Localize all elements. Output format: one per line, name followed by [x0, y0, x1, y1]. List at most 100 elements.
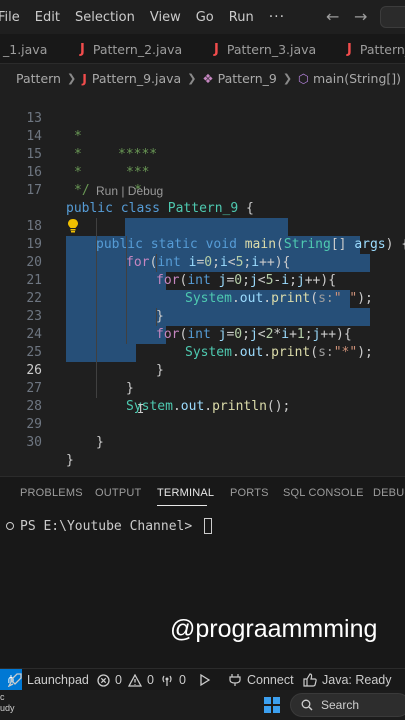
code-line: 26 }: [0, 344, 405, 396]
active-tab-indicator: [157, 505, 207, 506]
line-number: 17: [26, 183, 42, 198]
menu-run[interactable]: Run: [229, 10, 254, 25]
comment-text: */: [74, 183, 90, 198]
tab-ports[interactable]: PORTS: [230, 487, 269, 499]
java-file-icon: J: [82, 70, 87, 86]
ports-status[interactable]: 0: [160, 669, 186, 691]
tab-label: Pattern_2.java: [92, 41, 183, 57]
debug-run-icon: [200, 673, 211, 687]
terminal-status-dot-icon: [6, 522, 14, 530]
watermark-handle: @prograammming: [170, 615, 378, 643]
code-line: 14 * ***: [0, 110, 405, 180]
tab-label: Pattern_: [359, 41, 405, 57]
search-icon: [301, 699, 313, 711]
command-center-search[interactable]: [380, 6, 405, 28]
menu-bar: File Edit Selection View Go Run ··· ← →: [0, 0, 405, 34]
weather-widget[interactable]: c udy: [0, 692, 15, 714]
breadcrumb-class[interactable]: Pattern_9: [218, 71, 277, 86]
text-cursor-icon: I: [137, 402, 145, 416]
windows-taskbar: c udy Search: [0, 690, 405, 720]
debug-status[interactable]: [198, 669, 217, 691]
rocket-icon: [8, 673, 22, 687]
code-text: }: [66, 453, 74, 468]
breadcrumb-method[interactable]: main(String[]): [313, 71, 401, 86]
ports-count: 0: [179, 673, 186, 687]
tab-label: _1.java: [3, 41, 48, 57]
run-debug-codelens[interactable]: Run | Debug: [96, 184, 163, 198]
menu-more-button[interactable]: ···: [269, 9, 285, 25]
editor-tab-bar: _1.java J Pattern_2.java J Pattern_3.jav…: [0, 34, 405, 64]
status-bar: ⋔ Launchpad 0 0 0 Connect Java: Ready: [0, 668, 405, 691]
weather-line: c: [0, 692, 5, 702]
menu-view[interactable]: View: [150, 10, 181, 25]
breadcrumb-file[interactable]: Pattern_9.java: [92, 71, 181, 86]
menu-file[interactable]: File: [0, 10, 20, 25]
bottom-panel: PROBLEMS OUTPUT TERMINAL PORTS SQL CONSO…: [0, 476, 405, 668]
code-text: }: [96, 435, 104, 450]
search-placeholder: Search: [321, 698, 360, 712]
radio-tower-icon: [162, 675, 172, 686]
java-file-icon: J: [80, 41, 85, 57]
tab-pattern-1[interactable]: _1.java: [3, 34, 47, 64]
tab-label: Pattern_3.java: [226, 41, 317, 57]
connect-status[interactable]: Connect: [228, 669, 294, 691]
code-line: 16 */: [0, 146, 405, 198]
code-line: 21 System.out.print(s:" ");: [0, 254, 405, 306]
taskbar-search[interactable]: Search: [290, 693, 405, 717]
back-arrow-icon[interactable]: ←: [326, 7, 339, 26]
code-line: 30 }: [0, 416, 405, 468]
code-line: 25 }: [0, 326, 405, 378]
code-line: 28: [0, 380, 405, 414]
tab-debug-console[interactable]: DEBUG: [373, 487, 405, 499]
class-symbol-icon: ❖: [202, 70, 214, 86]
thumbs-up-icon: [303, 673, 317, 687]
error-count: 0: [115, 673, 122, 687]
tab-output[interactable]: OUTPUT: [95, 487, 141, 499]
connect-label: Connect: [247, 673, 294, 687]
code-line: 24 System.out.print(s:"*");: [0, 308, 405, 360]
launchpad-label: Launchpad: [27, 673, 89, 687]
menu-selection[interactable]: Selection: [75, 10, 135, 25]
plug-icon: [229, 674, 241, 686]
code-line: 19 for(int i=0;i<5;i++){: [0, 218, 405, 270]
tab-pattern-3[interactable]: J Pattern_3.java: [214, 34, 316, 64]
tab-terminal[interactable]: TERMINAL: [157, 487, 214, 499]
tab-problems[interactable]: PROBLEMS: [20, 487, 83, 499]
terminal-prompt: PS E:\Youtube Channel>: [20, 518, 201, 534]
launchpad-status[interactable]: Launchpad: [8, 669, 89, 691]
problems-status[interactable]: 0 0: [97, 669, 154, 691]
error-icon: [97, 673, 110, 687]
code-line: 29 }: [0, 398, 405, 450]
tab-pattern-2[interactable]: J Pattern_2.java: [80, 34, 182, 64]
code-line: 23 for(int j=0;j<2*i+1;j++){: [0, 290, 405, 342]
warning-count: 0: [146, 673, 154, 687]
code-line: 17 public class Pattern_9 {: [0, 164, 405, 216]
tab-pattern-overflow[interactable]: J Pattern_: [347, 34, 405, 64]
code-line: 18 public static void main(String[] args…: [0, 200, 405, 252]
windows-start-icon[interactable]: [264, 697, 280, 713]
forward-arrow-icon[interactable]: →: [354, 7, 367, 26]
java-file-icon: J: [347, 41, 352, 57]
java-status[interactable]: Java: Ready: [303, 669, 391, 691]
java-file-icon: J: [214, 41, 219, 57]
chevron-right-icon: ❯: [66, 71, 77, 85]
method-symbol-icon: ⬡: [298, 70, 309, 86]
code-line: 15 * *: [0, 128, 405, 198]
breadcrumb: Pattern ❯ J Pattern_9.java ❯ ❖ Pattern_9…: [0, 66, 405, 90]
tab-sql-console[interactable]: SQL CONSOLE: [283, 487, 364, 499]
menu-edit[interactable]: Edit: [35, 10, 60, 25]
code-editor[interactable]: 13 * ***** 14 * *** 15 * * 16 */ 17 publ…: [0, 90, 405, 476]
line-number: 30: [26, 435, 42, 450]
warning-icon: [127, 673, 142, 687]
terminal-prompt-line[interactable]: PS E:\Youtube Channel>: [6, 518, 213, 534]
code-line: 20 for(int j=0;j<5-i;j++){: [0, 236, 405, 288]
chevron-right-icon: ❯: [282, 71, 293, 85]
java-status-label: Java: Ready: [322, 673, 392, 687]
terminal-cursor: [204, 518, 213, 534]
menu-go[interactable]: Go: [196, 10, 214, 25]
weather-line: udy: [0, 703, 15, 713]
code-line: 22 }: [0, 272, 405, 324]
code-line: 13 * *****: [0, 92, 405, 162]
breadcrumb-folder[interactable]: Pattern: [16, 71, 61, 86]
code-line: 27 System.out.println();: [0, 362, 405, 414]
